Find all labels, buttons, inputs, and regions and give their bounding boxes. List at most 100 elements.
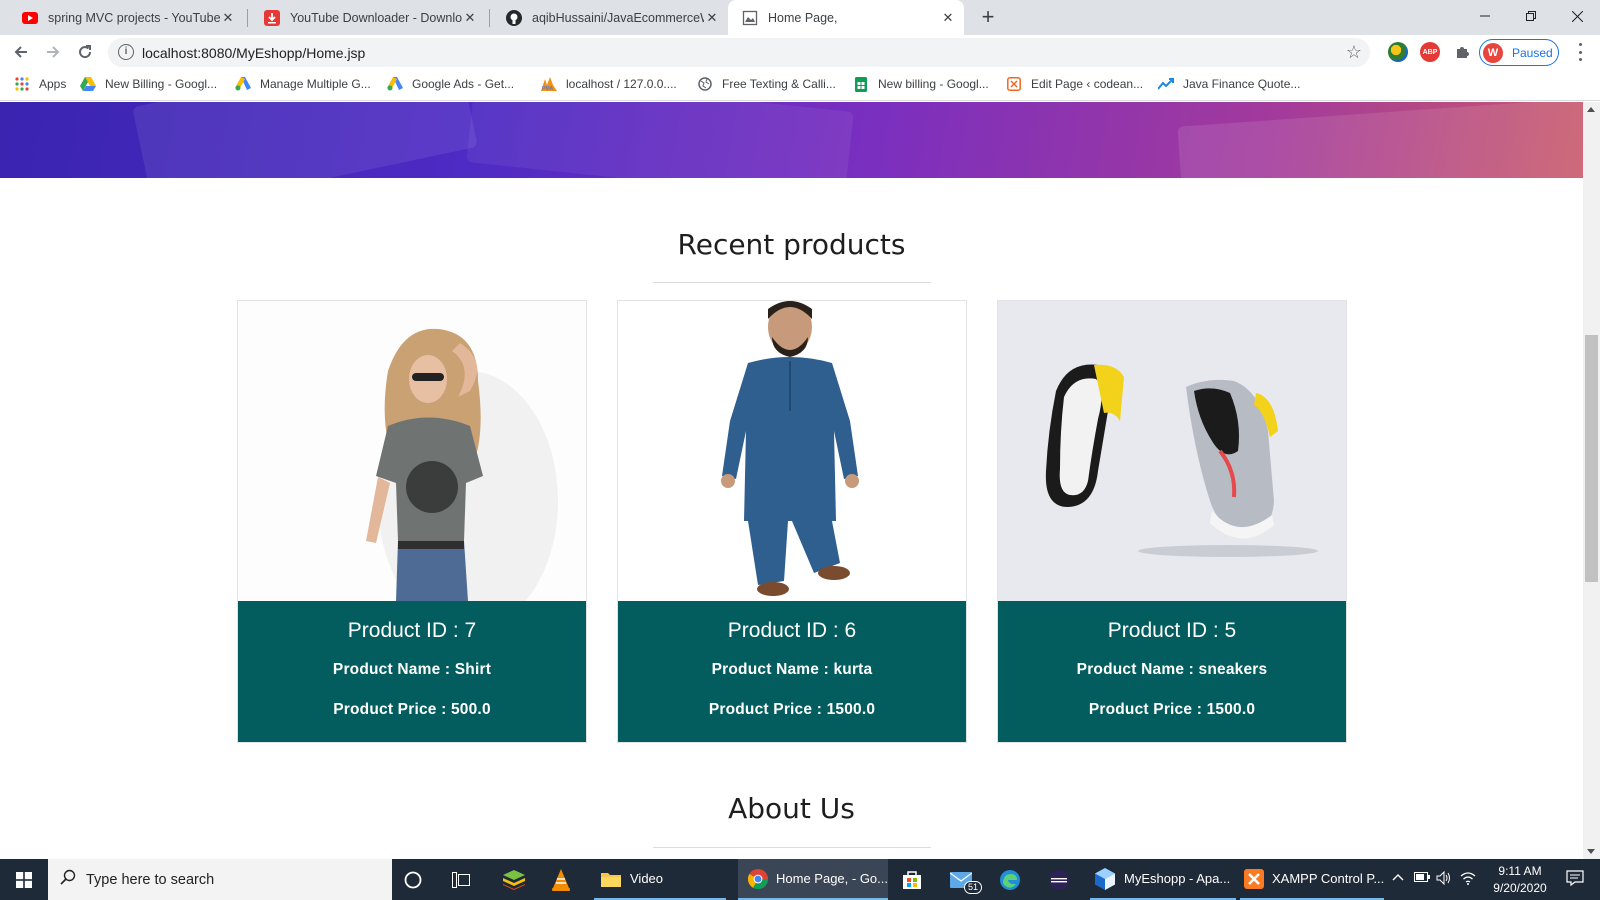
url-text[interactable]: localhost:8080/MyEshopp/Home.jsp	[142, 45, 365, 61]
bookmark-label: Free Texting & Calli...	[722, 77, 836, 91]
product-name: Product Name : kurta	[711, 661, 873, 678]
tab-title: aqibHussaini/JavaEcommerceWe	[532, 10, 704, 25]
minimize-button[interactable]	[1462, 0, 1508, 32]
extensions-puzzle-icon[interactable]	[1452, 42, 1472, 62]
scrollbar-thumb[interactable]	[1585, 335, 1598, 582]
product-name: Product Name : sneakers	[1076, 661, 1268, 678]
close-tab-icon[interactable]: ✕	[704, 10, 720, 26]
windows-taskbar: Type here to search Video Home Page, - G…	[0, 859, 1600, 900]
product-image-woman-in-grey-tshirt[interactable]	[238, 301, 586, 601]
product-image-grey-yellow-sneakers[interactable]	[998, 301, 1346, 601]
taskbar-item-chrome[interactable]: Home Page, - Go...	[738, 859, 888, 900]
profile-status-label: Paused	[1512, 45, 1553, 60]
vlc-icon[interactable]	[551, 859, 573, 900]
taskbar-item-video[interactable]: Video	[594, 859, 726, 900]
address-bar[interactable]: i localhost:8080/MyEshopp/Home.jsp ☆	[108, 38, 1370, 67]
adblock-plus-icon[interactable]: ABP	[1420, 42, 1440, 62]
taskbar-item-label: XAMPP Control P...	[1272, 871, 1385, 886]
bookmark-star-icon[interactable]: ☆	[1346, 42, 1362, 63]
battery-icon[interactable]	[1414, 871, 1430, 885]
chrome-icon	[748, 868, 768, 890]
bookmark-free-texting[interactable]: Free Texting & Calli...	[697, 76, 836, 92]
avatar: W	[1483, 42, 1503, 63]
system-clock[interactable]: 9:11 AM 9/20/2020	[1484, 863, 1556, 897]
bookmark-manage-multiple[interactable]: Manage Multiple G...	[235, 76, 371, 92]
volume-icon[interactable]	[1436, 870, 1452, 888]
site-info-icon[interactable]: i	[118, 44, 134, 60]
search-icon	[60, 869, 76, 890]
windows-start-icon[interactable]	[0, 859, 48, 900]
page-scrollbar[interactable]	[1583, 102, 1600, 859]
product-price: Product Price : 500.0	[333, 701, 491, 718]
phpmyadmin-icon: PMA	[541, 76, 557, 92]
product-info-panel: Product ID : 7 Product Name : Shirt Prod…	[238, 601, 586, 742]
product-image-man-in-blue-kurta[interactable]	[618, 301, 966, 601]
file-explorer-icon	[600, 868, 622, 890]
search-placeholder: Type here to search	[86, 871, 215, 888]
product-name: Product Name : Shirt	[332, 661, 492, 678]
bookmark-label: localhost / 127.0.0....	[566, 77, 677, 91]
xampp-icon	[1244, 868, 1264, 890]
globe-icon	[697, 76, 713, 92]
bookmark-new-billing[interactable]: New Billing - Googl...	[80, 76, 217, 92]
taskbar-search-box[interactable]: Type here to search	[48, 859, 392, 900]
section-divider	[653, 847, 931, 848]
reload-button[interactable]	[72, 39, 98, 65]
mail-unread-badge: 51	[964, 881, 983, 894]
bluestacks-icon[interactable]	[503, 859, 525, 900]
clock-date: 9/20/2020	[1493, 881, 1547, 895]
product-card[interactable]: Product ID : 5 Product Name : sneakers P…	[997, 300, 1347, 743]
tab-youtube[interactable]: spring MVC projects - YouTube ✕	[8, 0, 244, 35]
store-icon[interactable]	[902, 859, 924, 900]
youtube-icon	[22, 10, 38, 26]
tab-home-page[interactable]: Home Page, ✕	[728, 0, 964, 35]
svg-text:PMA: PMA	[542, 86, 554, 91]
product-id: Product ID : 5	[1107, 619, 1237, 642]
restore-button[interactable]	[1508, 0, 1554, 32]
tab-github[interactable]: aqibHussaini/JavaEcommerceWe ✕	[492, 0, 728, 35]
tab-youtube-downloader[interactable]: YouTube Downloader - Downloa ✕	[250, 0, 486, 35]
wifi-icon[interactable]	[1460, 871, 1476, 888]
tab-separator	[247, 9, 248, 27]
show-hidden-icons-icon[interactable]	[1392, 871, 1404, 885]
codeanywhere-icon	[1006, 76, 1022, 92]
google-sheets-icon	[853, 76, 869, 92]
notifications-icon[interactable]	[1566, 870, 1584, 889]
product-card[interactable]: Product ID : 6 Product Name : kurta Prod…	[617, 300, 967, 743]
close-window-button[interactable]	[1554, 0, 1600, 32]
scroll-down-icon[interactable]	[1587, 849, 1595, 854]
bookmark-label: Edit Page ‹ codean...	[1031, 77, 1144, 91]
task-view-icon[interactable]	[452, 859, 474, 900]
bookmark-localhost[interactable]: PMA localhost / 127.0.0....	[541, 76, 677, 92]
edge-icon[interactable]	[999, 859, 1021, 900]
scroll-up-icon[interactable]	[1587, 107, 1595, 112]
eclipse-icon[interactable]	[1048, 859, 1070, 900]
bookmark-edit-page[interactable]: Edit Page ‹ codean...	[1006, 76, 1143, 92]
extension-globe-icon[interactable]	[1388, 42, 1408, 62]
bookmark-new-billing-sheets[interactable]: New billing - Googl...	[853, 76, 989, 92]
tab-title: spring MVC projects - YouTube	[48, 10, 220, 25]
bookmark-apps[interactable]: Apps	[14, 76, 66, 92]
bookmark-google-ads[interactable]: Google Ads - Get...	[387, 76, 514, 92]
mail-icon[interactable]: 51	[950, 859, 984, 900]
taskbar-item-xampp[interactable]: XAMPP Control P...	[1240, 859, 1384, 900]
product-id: Product ID : 6	[727, 619, 857, 642]
forward-button[interactable]	[40, 39, 66, 65]
bookmark-label: Java Finance Quote...	[1183, 77, 1301, 91]
close-tab-icon[interactable]: ✕	[462, 10, 478, 26]
cortana-icon[interactable]	[404, 859, 426, 900]
taskbar-item-netbeans[interactable]: MyEshopp - Apa...	[1090, 859, 1236, 900]
bookmark-label: New Billing - Googl...	[105, 77, 218, 91]
browser-menu-icon[interactable]	[1572, 43, 1588, 61]
back-button[interactable]	[8, 39, 34, 65]
product-info-panel: Product ID : 5 Product Name : sneakers P…	[998, 601, 1346, 742]
bookmark-java-finance[interactable]: Java Finance Quote...	[1158, 76, 1300, 92]
close-tab-icon[interactable]: ✕	[940, 10, 956, 26]
profile-button[interactable]: W Paused	[1479, 39, 1559, 66]
tab-title: Home Page,	[768, 10, 838, 25]
browser-toolbar: i localhost:8080/MyEshopp/Home.jsp ☆ ABP…	[0, 35, 1600, 69]
product-card[interactable]: Product ID : 7 Product Name : Shirt Prod…	[237, 300, 587, 743]
close-tab-icon[interactable]: ✕	[220, 10, 236, 26]
hero-banner	[0, 102, 1583, 178]
new-tab-button[interactable]: +	[976, 6, 1000, 30]
